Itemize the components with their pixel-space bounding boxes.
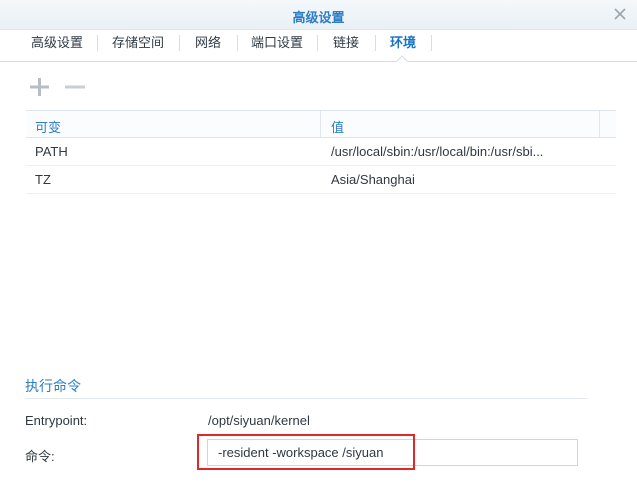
- column-divider: [599, 111, 600, 138]
- minus-icon[interactable]: [64, 76, 86, 98]
- table-row[interactable]: TZ Asia/Shanghai: [26, 166, 616, 194]
- tab-bar: 高级设置 存储空间 网络 端口设置 链接 环境: [0, 30, 637, 62]
- tab-port-settings[interactable]: 端口设置: [238, 30, 316, 61]
- variable-value-cell: Asia/Shanghai: [331, 172, 415, 187]
- command-input[interactable]: [207, 439, 578, 466]
- column-divider: [320, 111, 321, 138]
- advanced-settings-dialog: 高级设置 高级设置 存储空间 网络 端口设置 链接 环境 可变 值 PATH /…: [0, 0, 637, 495]
- execution-section-title: 执行命令: [25, 378, 81, 394]
- table-header: 可变 值: [26, 110, 616, 138]
- tab-divider: [431, 35, 432, 51]
- column-header-variable[interactable]: 可变: [35, 117, 61, 136]
- entrypoint-label: Entrypoint:: [25, 413, 88, 428]
- environment-variables-table: 可变 值 PATH /usr/local/sbin:/usr/local/bin…: [26, 110, 616, 194]
- tab-storage[interactable]: 存储空间: [98, 30, 178, 61]
- section-divider: [25, 398, 587, 399]
- variable-name-cell: TZ: [35, 172, 51, 187]
- tab-network[interactable]: 网络: [180, 30, 236, 61]
- variable-name-cell: PATH: [35, 144, 68, 159]
- tab-advanced-settings[interactable]: 高级设置: [18, 30, 96, 61]
- active-tab-caret-icon: [396, 55, 408, 62]
- entrypoint-value: /opt/siyuan/kernel: [208, 413, 310, 428]
- variable-value-cell: /usr/local/sbin:/usr/local/bin:/usr/sbi.…: [331, 144, 544, 159]
- table-row[interactable]: PATH /usr/local/sbin:/usr/local/bin:/usr…: [26, 138, 616, 166]
- dialog-title: 高级设置: [292, 10, 345, 25]
- close-icon[interactable]: [611, 5, 629, 23]
- command-label: 命令:: [25, 449, 55, 464]
- tab-links[interactable]: 链接: [318, 30, 374, 61]
- column-header-value[interactable]: 值: [331, 117, 344, 136]
- dialog-titlebar: 高级设置: [0, 0, 637, 30]
- plus-icon[interactable]: [28, 76, 50, 98]
